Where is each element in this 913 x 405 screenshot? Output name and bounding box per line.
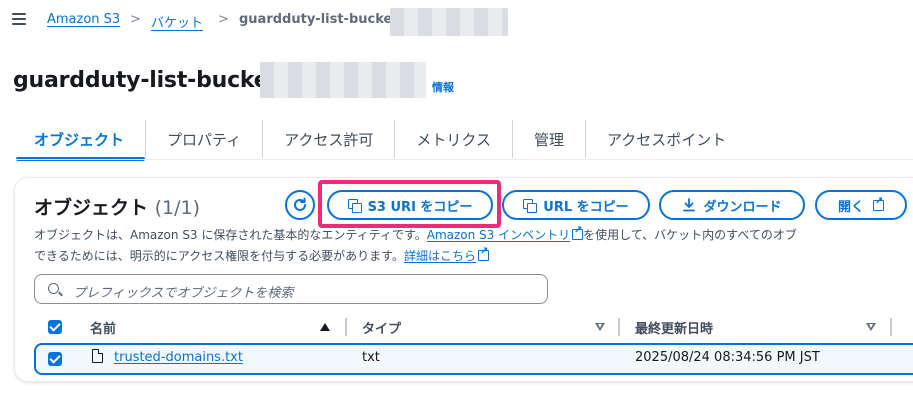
breadcrumb-current-bucket: guardduty-list-bucket- [239,12,404,27]
tab-metrics[interactable]: メトリクス [395,120,513,158]
breadcrumb-separator-icon: > [130,12,141,27]
column-header-name[interactable]: 名前 [90,318,116,337]
copy-url-label: URL をコピー [543,199,629,215]
copy-icon [523,198,538,213]
objects-heading: オブジェクト (1/1) [34,193,200,220]
object-name-link[interactable]: trusted-domains.txt [114,350,243,365]
info-link[interactable]: 情報 [432,79,454,95]
learn-more-link[interactable]: 詳細はこちら [404,249,476,263]
object-last-modified: 2025/08/24 08:34:56 PM JST [635,350,820,365]
tab-access-points[interactable]: アクセスポイント [586,120,747,158]
external-link-icon [572,225,584,240]
external-link-icon [477,246,489,261]
refresh-icon [294,197,306,211]
breadcrumb-buckets[interactable]: バケット [151,12,203,31]
open-button[interactable]: 開く [815,190,907,220]
description-text: オブジェクトは、Amazon S3 に保存された基本的なエンティティです。 [34,228,427,242]
column-resizer[interactable] [890,318,892,336]
refresh-button[interactable] [285,190,315,220]
open-label: 開く [837,199,864,215]
description-text: できるためには、明示的にアクセス権限を付与する必要があります。 [34,249,404,263]
redacted-region [390,8,508,36]
column-resizer[interactable] [345,318,347,336]
sort-ascending-icon[interactable] [320,323,330,331]
inventory-link[interactable]: Amazon S3 インベントリ [427,228,570,242]
tab-properties[interactable]: プロパティ [146,120,264,158]
column-header-last-modified[interactable]: 最終更新日時 [635,318,713,337]
download-icon [683,198,696,212]
tab-bar: オブジェクト プロパティ アクセス許可 メトリクス 管理 アクセスポイント [16,120,747,161]
column-resizer[interactable] [618,318,620,336]
column-header-type[interactable]: タイプ [362,318,401,337]
download-button[interactable]: ダウンロード [659,190,805,220]
sort-icon[interactable] [866,323,876,331]
object-type: txt [362,350,380,365]
highlight-annotation [318,180,501,228]
sort-icon[interactable] [595,323,605,331]
objects-description-line2: できるためには、明示的にアクセス権限を付与する必要があります。詳細はこちら [34,246,489,264]
objects-count: (1/1) [154,197,201,219]
description-text: を使用して、バケット内のすべてのオブ [583,228,797,242]
tab-objects[interactable]: オブジェクト [16,120,147,161]
search-placeholder: プレフィックスでオブジェクトを検索 [73,286,294,301]
objects-title: オブジェクト [34,197,149,219]
download-label: ダウンロード [703,199,782,215]
breadcrumb-separator-icon: > [218,12,229,27]
select-all-checkbox[interactable] [48,320,62,334]
search-icon [48,283,59,294]
tab-divider [16,159,913,160]
menu-icon[interactable] [12,13,26,25]
row-checkbox[interactable] [48,352,62,366]
copy-url-button[interactable]: URL をコピー [502,190,650,220]
page-title: guardduty-list-bucket- [13,68,288,93]
tab-permissions[interactable]: アクセス許可 [263,120,396,158]
objects-description-line1: オブジェクトは、Amazon S3 に保存された基本的なエンティティです。Ama… [34,225,797,243]
file-icon [92,349,103,363]
tab-management[interactable]: 管理 [513,120,586,158]
search-input[interactable]: プレフィックスでオブジェクトを検索 [34,274,548,304]
external-link-icon [873,196,884,211]
redacted-region [260,62,426,98]
breadcrumb-amazon-s3[interactable]: Amazon S3 [47,12,120,27]
